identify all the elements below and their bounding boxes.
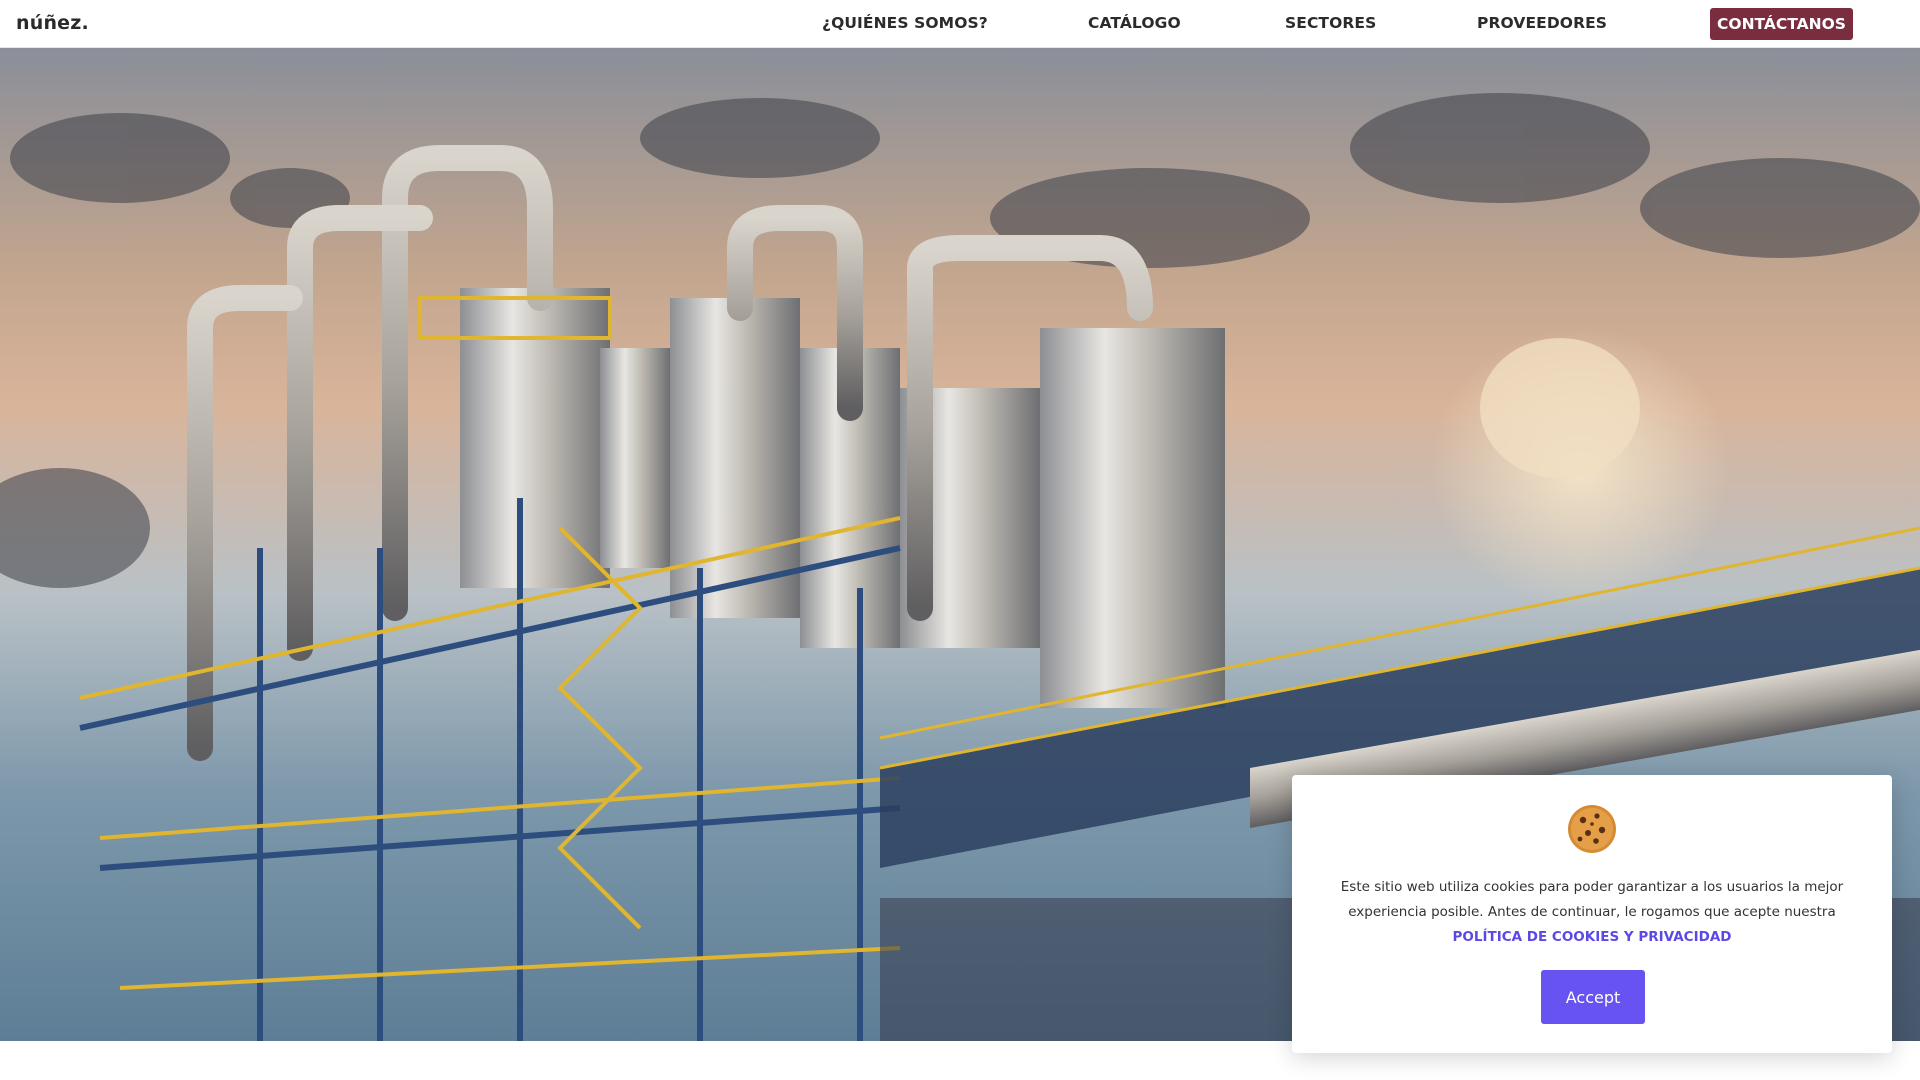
cookie-policy-link[interactable]: POLÍTICA DE COOKIES Y PRIVACIDAD <box>1332 925 1852 950</box>
cookie-message: Este sitio web utiliza cookies para pode… <box>1332 875 1852 950</box>
cookie-consent-dialog: Este sitio web utiliza cookies para pode… <box>1292 775 1892 1053</box>
site-header: núñez. ¿QUIÉNES SOMOS? CATÁLOGO SECTORES… <box>0 0 1920 48</box>
nav-item-proveedores[interactable]: PROVEEDORES <box>1477 14 1607 32</box>
cookie-icon <box>1568 805 1616 853</box>
contact-button[interactable]: CONTÁCTANOS <box>1710 8 1853 40</box>
accept-cookies-button[interactable]: Accept <box>1541 970 1645 1024</box>
nav-item-catalogo[interactable]: CATÁLOGO <box>1088 14 1181 32</box>
cookie-message-text: Este sitio web utiliza cookies para pode… <box>1340 879 1844 920</box>
nav-item-sectores[interactable]: SECTORES <box>1285 14 1376 32</box>
nav-item-quienes-somos[interactable]: ¿QUIÉNES SOMOS? <box>822 14 988 32</box>
main-nav: ¿QUIÉNES SOMOS? CATÁLOGO SECTORES PROVEE… <box>0 0 1920 48</box>
